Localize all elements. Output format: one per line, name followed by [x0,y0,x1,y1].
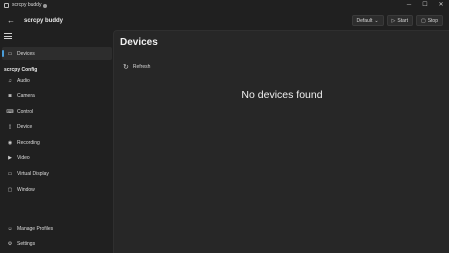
back-arrow-icon[interactable]: ← [4,14,18,28]
record-icon: ◉ [7,139,13,146]
sidebar-item-label: Devices [17,50,35,57]
video-icon: ▶ [8,154,12,161]
sidebar-item-settings[interactable]: ⚙ Settings [2,237,112,250]
sidebar-item-manage-profiles[interactable]: ☺ Manage Profiles [2,222,112,235]
window-controls: ─ ☐ ✕ [401,0,449,11]
profile-icon: ☺ [7,225,13,232]
refresh-button[interactable]: ↻ Refresh [123,63,150,71]
gear-icon: ⚙ [7,240,13,247]
camera-icon: ◙ [8,92,12,99]
music-note-icon: ♫ [8,77,12,84]
start-button[interactable]: ▷ Start [386,15,413,26]
section-title: scrcpy Config [4,67,38,73]
sidebar-item-video[interactable]: ▶ Video [2,151,112,164]
selection-indicator [2,50,4,57]
sidebar-item-label: Device [17,123,33,130]
sidebar-item-label: Settings [17,240,36,247]
sidebar-item-camera[interactable]: ◙ Camera [2,89,112,102]
sidebar-item-window[interactable]: ▢ Window [2,183,112,196]
keyboard-icon: ⌨ [6,108,14,115]
sidebar-item-label: Window [17,186,35,193]
close-button[interactable]: ✕ [433,0,449,11]
sidebar-item-devices[interactable]: ▭ Devices [2,47,112,60]
sidebar: ▭ Devices scrcpy Config ♫ Audio ◙ Camera… [0,30,113,253]
app-name: scrcpy buddy [24,17,64,24]
window-icon: ▢ [7,186,13,193]
refresh-icon: ↻ [123,64,129,71]
profile-dropdown-label: Default [356,17,373,24]
app-header: ← scrcpy buddy Default ⌄ ▷ Start ▢ Stop [0,11,449,30]
sidebar-item-recording[interactable]: ◉ Recording [2,136,112,149]
stop-button-label: Stop [427,17,438,24]
window-title: scrcpy buddy [12,2,42,8]
devices-icon: ▭ [7,50,13,57]
sidebar-item-virtual-display[interactable]: ▭ Virtual Display [2,167,112,180]
sidebar-item-label: Camera [17,92,35,99]
sidebar-item-audio[interactable]: ♫ Audio [2,74,112,87]
sidebar-item-device[interactable]: ▯ Device [2,120,112,133]
sidebar-item-label: Manage Profiles [17,225,54,232]
chevron-down-icon: ⌄ [374,17,379,24]
monitor-icon: ▭ [7,170,13,177]
play-icon: ▷ [391,17,396,24]
profile-dropdown[interactable]: Default ⌄ [351,15,384,26]
sidebar-item-label: Video [17,154,30,161]
phone-icon: ▯ [8,123,12,130]
empty-state-message: No devices found [241,89,323,101]
sidebar-item-label: Audio [17,77,30,84]
status-badge-icon [43,3,48,8]
sidebar-item-label: Recording [17,139,40,146]
sidebar-item-label: Control [17,108,34,115]
title-bar: scrcpy buddy ─ ☐ ✕ [0,0,449,11]
hamburger-menu-icon[interactable] [4,32,14,40]
page-title: Devices [120,37,158,48]
start-button-label: Start [397,17,408,24]
app-icon [4,3,9,8]
minimize-button[interactable]: ─ [401,0,417,11]
maximize-button[interactable]: ☐ [417,0,433,11]
sidebar-item-label: Virtual Display [17,170,49,177]
stop-button[interactable]: ▢ Stop [415,15,443,26]
main-content: Devices ↻ Refresh No devices found [113,30,449,253]
header-actions: Default ⌄ ▷ Start ▢ Stop [351,15,443,26]
sidebar-item-control[interactable]: ⌨ Control [2,105,112,118]
refresh-button-label: Refresh [132,64,151,70]
stop-icon: ▢ [420,17,426,24]
